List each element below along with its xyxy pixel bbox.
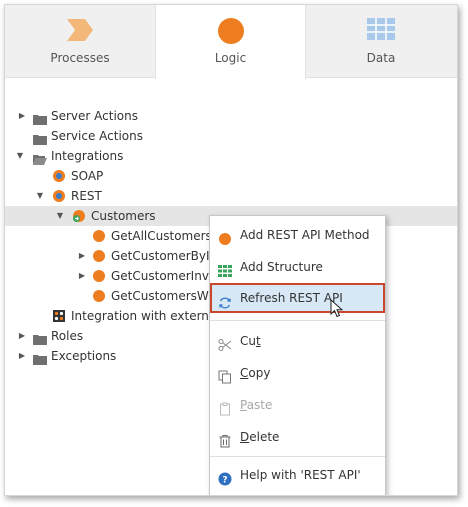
tree-item-label: SOAP: [71, 169, 104, 183]
menu-item-label: Delete: [240, 430, 280, 444]
tab-processes[interactable]: Processes: [5, 5, 155, 77]
logic-circle-icon: [217, 17, 245, 48]
tree-item-server-actions[interactable]: ▶ Server Actions: [5, 106, 457, 126]
copy-menu-item[interactable]: Copy: [210, 359, 385, 387]
help-icon: ?: [218, 468, 232, 486]
processes-chevron-icon: [65, 17, 95, 46]
expand-arrow-icon[interactable]: ▶: [77, 246, 87, 266]
clipboard-icon: [218, 398, 232, 416]
mouse-cursor-icon: [330, 298, 344, 330]
tree-item-label: Integrations: [51, 149, 124, 163]
tree-item-label: Integration with externa: [71, 309, 217, 323]
trash-icon: [218, 430, 232, 448]
logic-panel: Processes Logic Data ▶ Server Actions Se…: [4, 4, 458, 496]
refresh-icon: [218, 291, 232, 309]
tab-label: Data: [366, 51, 396, 65]
tree-item-integrations[interactable]: ▼ Integrations: [5, 146, 457, 166]
expand-arrow-icon[interactable]: ▶: [17, 106, 27, 126]
method-icon: [218, 228, 232, 245]
tree-item-label: REST: [71, 189, 102, 203]
tab-bar: Processes Logic Data: [5, 5, 457, 79]
folder-icon: [33, 329, 47, 345]
menu-item-label: Copy: [240, 366, 271, 380]
folder-icon: [33, 129, 47, 145]
data-grid-icon: [366, 17, 396, 44]
rest-icon: [52, 189, 66, 203]
copy-icon: [218, 366, 232, 384]
tree-item-label: Service Actions: [51, 129, 143, 143]
menu-item-label: Add Structure: [240, 260, 323, 274]
scissors-icon: [218, 334, 232, 351]
context-menu: Add REST API Method Add Structure Refres…: [209, 215, 386, 495]
tree-item-label: GetCustomersWi: [111, 289, 212, 303]
menu-item-label: Add REST API Method: [240, 228, 370, 242]
menu-separator: [210, 456, 385, 457]
menu-item-label: Paste: [240, 398, 273, 412]
tree-item-label: Server Actions: [51, 109, 138, 123]
tab-data[interactable]: Data: [305, 5, 457, 77]
integration-icon: [52, 309, 66, 323]
add-structure-menu-item[interactable]: Add Structure: [210, 253, 385, 281]
refresh-rest-api-menu-item[interactable]: Refresh REST API: [210, 283, 385, 318]
menu-item-label: Cut: [240, 334, 261, 348]
tab-logic[interactable]: Logic: [155, 5, 306, 79]
tree-item-label: Customers: [91, 209, 156, 223]
tree-item-label: Roles: [51, 329, 84, 343]
menu-item-label: Refresh REST API: [240, 291, 343, 305]
menu-separator: [210, 320, 385, 321]
method-icon: [92, 269, 106, 283]
menu-item-label: Help with 'REST API': [240, 468, 361, 482]
method-icon: [92, 229, 106, 243]
folder-icon: [33, 109, 47, 125]
collapse-arrow-icon[interactable]: ▼: [15, 146, 25, 166]
tree-item-service-actions[interactable]: Service Actions: [5, 126, 457, 146]
tree-item-label: GetCustomerByI: [111, 249, 210, 263]
soap-icon: [52, 169, 66, 183]
folder-open-icon: [33, 149, 47, 165]
tab-label: Processes: [50, 51, 110, 65]
expand-arrow-icon[interactable]: ▶: [17, 346, 27, 366]
collapse-arrow-icon[interactable]: ▼: [55, 206, 65, 226]
expand-arrow-icon[interactable]: ▶: [17, 326, 27, 346]
expand-arrow-icon[interactable]: ▶: [77, 266, 87, 286]
add-rest-api-method-menu-item[interactable]: Add REST API Method: [210, 221, 385, 249]
tree-item-label: GetAllCustomers: [111, 229, 212, 243]
delete-menu-item[interactable]: Delete: [210, 423, 385, 451]
structure-icon: [218, 260, 232, 277]
method-icon: [92, 249, 106, 263]
tab-label: Logic: [214, 51, 247, 65]
tree-item-label: Exceptions: [51, 349, 117, 363]
paste-menu-item[interactable]: Paste: [210, 391, 385, 419]
method-icon: [92, 289, 106, 303]
tree-item-soap[interactable]: SOAP: [5, 166, 457, 186]
tree-item-label: GetCustomerInv: [111, 269, 209, 283]
svg-text:?: ?: [222, 476, 227, 486]
rest-api-icon: [72, 209, 86, 223]
cut-menu-item[interactable]: Cut: [210, 327, 385, 355]
tree-item-rest[interactable]: ▼ REST: [5, 186, 457, 206]
collapse-arrow-icon[interactable]: ▼: [35, 186, 45, 206]
help-menu-item[interactable]: ? Help with 'REST API': [210, 461, 385, 489]
folder-icon: [33, 349, 47, 365]
